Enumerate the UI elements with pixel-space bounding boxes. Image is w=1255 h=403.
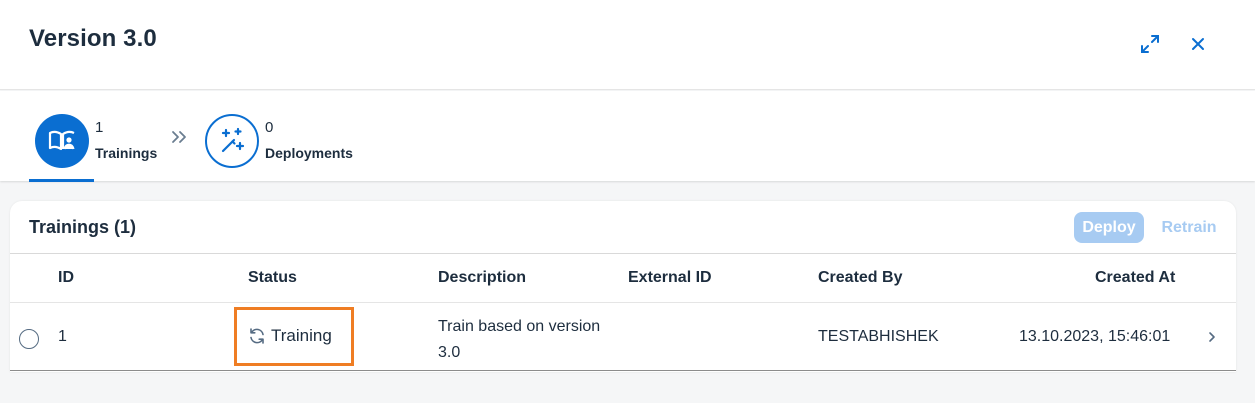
tab-selected-indicator bbox=[29, 179, 94, 182]
chevron-right-icon[interactable] bbox=[1206, 330, 1218, 344]
close-button[interactable] bbox=[1184, 30, 1212, 58]
page-title: Version 3.0 bbox=[29, 25, 157, 52]
status-text: Training bbox=[271, 326, 332, 345]
refresh-icon bbox=[250, 328, 264, 344]
column-header-status: Status bbox=[248, 269, 297, 286]
row-select-radio[interactable] bbox=[19, 329, 39, 349]
table-header: ID Status Description External ID Create… bbox=[10, 253, 1236, 303]
cell-created-at: 13.10.2023, 15:46:01 bbox=[1019, 328, 1171, 345]
column-header-description: Description bbox=[438, 269, 527, 286]
cell-id: 1 bbox=[58, 328, 67, 345]
tab-bar: 1 Trainings 0 Deployments bbox=[0, 91, 1255, 181]
retrain-button[interactable]: Retrain bbox=[1156, 212, 1222, 243]
tab-deployments-label: Deployments bbox=[265, 145, 353, 161]
trainings-panel: Trainings (1) Deploy Retrain ID Status D… bbox=[10, 201, 1236, 372]
magic-wand-icon bbox=[205, 114, 259, 168]
column-header-created-by: Created By bbox=[818, 269, 903, 286]
deploy-button[interactable]: Deploy bbox=[1074, 212, 1144, 243]
cell-created-by: TESTABHISHEK bbox=[818, 328, 939, 345]
book-person-icon bbox=[35, 114, 89, 168]
trainings-title: Trainings (1) bbox=[29, 217, 137, 237]
fullscreen-icon bbox=[1141, 35, 1159, 53]
fullscreen-button[interactable] bbox=[1136, 30, 1164, 58]
tab-deployments-count: 0 bbox=[265, 119, 274, 136]
tab-trainings-label: Trainings bbox=[95, 145, 158, 161]
status-cell: Training bbox=[247, 326, 332, 346]
tab-trainings[interactable]: 1 Trainings bbox=[35, 109, 157, 173]
tab-deployments[interactable]: 0 Deployments bbox=[205, 109, 353, 173]
tab-trainings-count: 1 bbox=[95, 119, 104, 136]
status-highlight-box: Training bbox=[234, 307, 354, 366]
dialog-header: Version 3.0 bbox=[0, 0, 1255, 90]
column-header-created-at: Created At bbox=[1095, 269, 1176, 286]
cell-description: Train based on version 3.0 bbox=[438, 318, 601, 361]
table-row[interactable]: 1 Training Train based on version 3.0 TE… bbox=[10, 303, 1236, 371]
close-icon bbox=[1192, 38, 1204, 50]
column-header-id: ID bbox=[58, 269, 74, 286]
column-header-external-id: External ID bbox=[628, 269, 712, 286]
double-chevron-right-icon bbox=[172, 131, 186, 143]
